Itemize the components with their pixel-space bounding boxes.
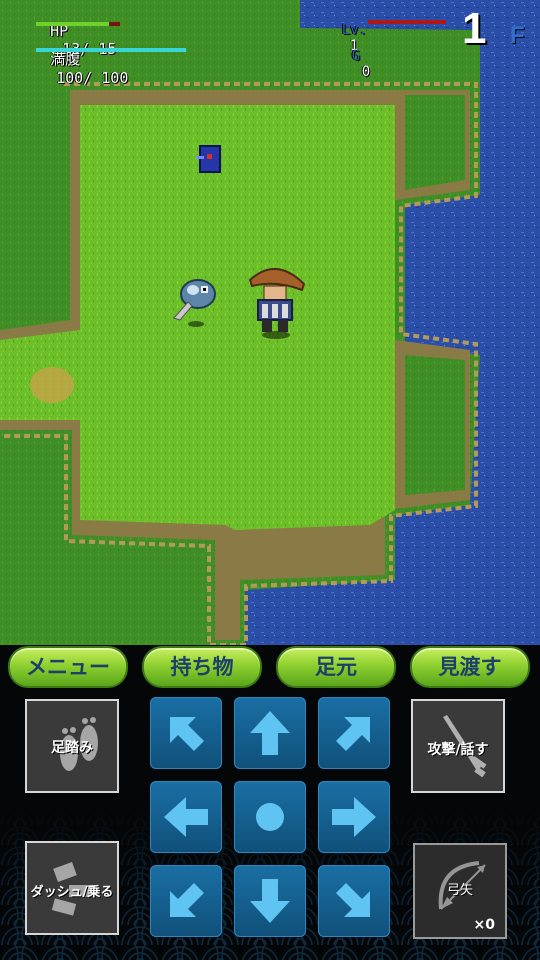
- tab-look-around-label: 見渡す: [438, 655, 502, 679]
- arrow-down-right-icon: [336, 883, 370, 917]
- arrow-count: ×0: [473, 917, 495, 933]
- move-down-left-button[interactable]: [150, 865, 222, 937]
- floor-suffix: F: [510, 22, 525, 49]
- arrow-up-icon: [250, 711, 290, 755]
- control-panel: メニュー 持ち物 足元 見渡す 足踏み ダッシュ/乗る 攻撃/話す 弓矢 ×0: [0, 645, 540, 960]
- dash-ride-button-label: ダッシュ/乗る: [30, 885, 114, 900]
- gold-label: G: [351, 48, 361, 64]
- tab-menu-label: メニュー: [26, 655, 110, 679]
- exp-bar: [368, 20, 446, 24]
- step-button[interactable]: 足踏み: [25, 699, 119, 793]
- move-down-button[interactable]: [234, 865, 306, 937]
- dash-ride-button[interactable]: ダッシュ/乗る: [25, 841, 119, 935]
- arrow-right-icon: [332, 797, 376, 837]
- step-button-label: 足踏み: [51, 740, 93, 756]
- arrow-up-left-icon: [170, 717, 204, 751]
- fullness-value: 100/ 100: [56, 69, 129, 87]
- tab-inventory[interactable]: 持ち物: [142, 646, 262, 688]
- tab-underfoot[interactable]: 足元: [276, 646, 396, 688]
- tab-menu[interactable]: メニュー: [8, 646, 128, 688]
- dungeon-map[interactable]: HP 13/ 15 満腹 100/ 100 Lv. 1 G 0 1 F: [0, 0, 540, 645]
- tab-look-around[interactable]: 見渡す: [410, 646, 530, 688]
- fish-monster-sprite[interactable]: [168, 278, 224, 328]
- arrow-left-icon: [164, 797, 208, 837]
- arrow-down-left-icon: [170, 883, 204, 917]
- bow-arrow-button[interactable]: 弓矢 ×0: [413, 843, 507, 939]
- attack-talk-button[interactable]: 攻撃/話す: [411, 699, 505, 793]
- move-right-button[interactable]: [318, 781, 390, 853]
- bow-arrow-button-label: 弓矢: [446, 883, 473, 898]
- tab-inventory-label: 持ち物: [170, 655, 234, 679]
- hp-bar-fill: [36, 22, 110, 26]
- arrow-up-right-icon: [336, 717, 370, 751]
- player-character-sprite[interactable]: [246, 262, 308, 340]
- move-up-left-button[interactable]: [150, 697, 222, 769]
- fullness-bar-track: [36, 48, 186, 52]
- move-up-button[interactable]: [234, 697, 306, 769]
- move-down-right-button[interactable]: [318, 865, 390, 937]
- tab-underfoot-label: 足元: [315, 655, 357, 679]
- attack-talk-button-label: 攻撃/話す: [427, 742, 489, 758]
- gold-value: 0: [361, 64, 371, 80]
- floor-number: 1: [462, 4, 487, 53]
- hp-bar-track: [36, 22, 120, 26]
- fullness-label: 満腹: [50, 50, 81, 68]
- move-left-button[interactable]: [150, 781, 222, 853]
- move-up-right-button[interactable]: [318, 697, 390, 769]
- arrow-down-icon: [250, 879, 290, 923]
- wait-button[interactable]: [234, 781, 306, 853]
- fullness-bar-fill: [36, 48, 186, 52]
- blue-scroll-icon[interactable]: [196, 144, 226, 174]
- circle-icon: [256, 803, 284, 831]
